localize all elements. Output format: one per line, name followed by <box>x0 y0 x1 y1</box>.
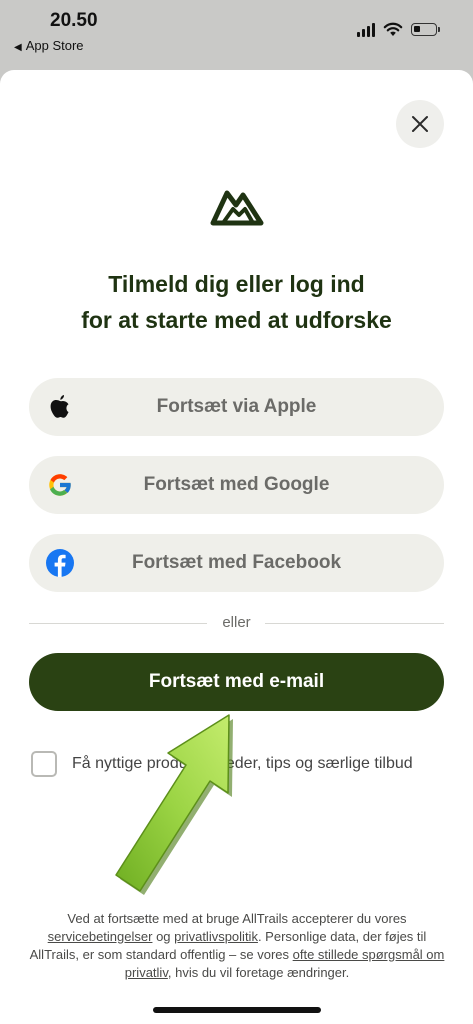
cellular-signal-icon <box>357 22 375 37</box>
arrow-annotation <box>115 714 233 895</box>
status-bar: 20.50 ◀ App Store <box>0 0 473 70</box>
alltrails-logo <box>210 190 264 226</box>
privacy-policy-link[interactable]: privatlivspolitik <box>174 929 258 944</box>
continue-google-button[interactable]: Fortsæt med Google <box>29 456 444 514</box>
continue-facebook-button[interactable]: Fortsæt med Facebook <box>29 534 444 592</box>
back-app-label: App Store <box>25 38 84 53</box>
continue-email-button[interactable]: Fortsæt med e-mail <box>29 653 444 711</box>
system-icons <box>357 22 440 37</box>
close-button[interactable] <box>396 100 444 148</box>
continue-google-label: Fortsæt med Google <box>143 474 330 495</box>
continue-apple-button[interactable]: Fortsæt via Apple <box>29 378 444 436</box>
home-indicator[interactable] <box>153 1007 321 1013</box>
or-divider: eller <box>29 614 444 634</box>
newsletter-checkbox[interactable] <box>31 751 57 777</box>
signup-sheet: Tilmeld dig eller log ind for at starte … <box>0 70 473 1024</box>
headline-line-1: Tilmeld dig eller log ind <box>108 271 365 297</box>
divider-line-right <box>265 623 444 624</box>
terms-link[interactable]: servicebetingelser <box>48 929 153 944</box>
continue-facebook-label: Fortsæt med Facebook <box>131 552 342 573</box>
legal-text: Ved at fortsætte med at bruge AllTrails … <box>29 911 445 980</box>
battery-icon <box>411 23 440 36</box>
status-time: 20.50 <box>50 10 98 31</box>
back-to-app-store[interactable]: ◀ App Store <box>14 38 84 53</box>
page-title: Tilmeld dig eller log ind for at starte … <box>0 266 473 338</box>
close-icon <box>412 116 428 132</box>
headline-line-2: for at starte med at udforske <box>81 307 392 333</box>
back-triangle-icon: ◀ <box>14 42 22 53</box>
continue-apple-label: Fortsæt via Apple <box>156 396 317 417</box>
wifi-icon <box>383 22 403 36</box>
